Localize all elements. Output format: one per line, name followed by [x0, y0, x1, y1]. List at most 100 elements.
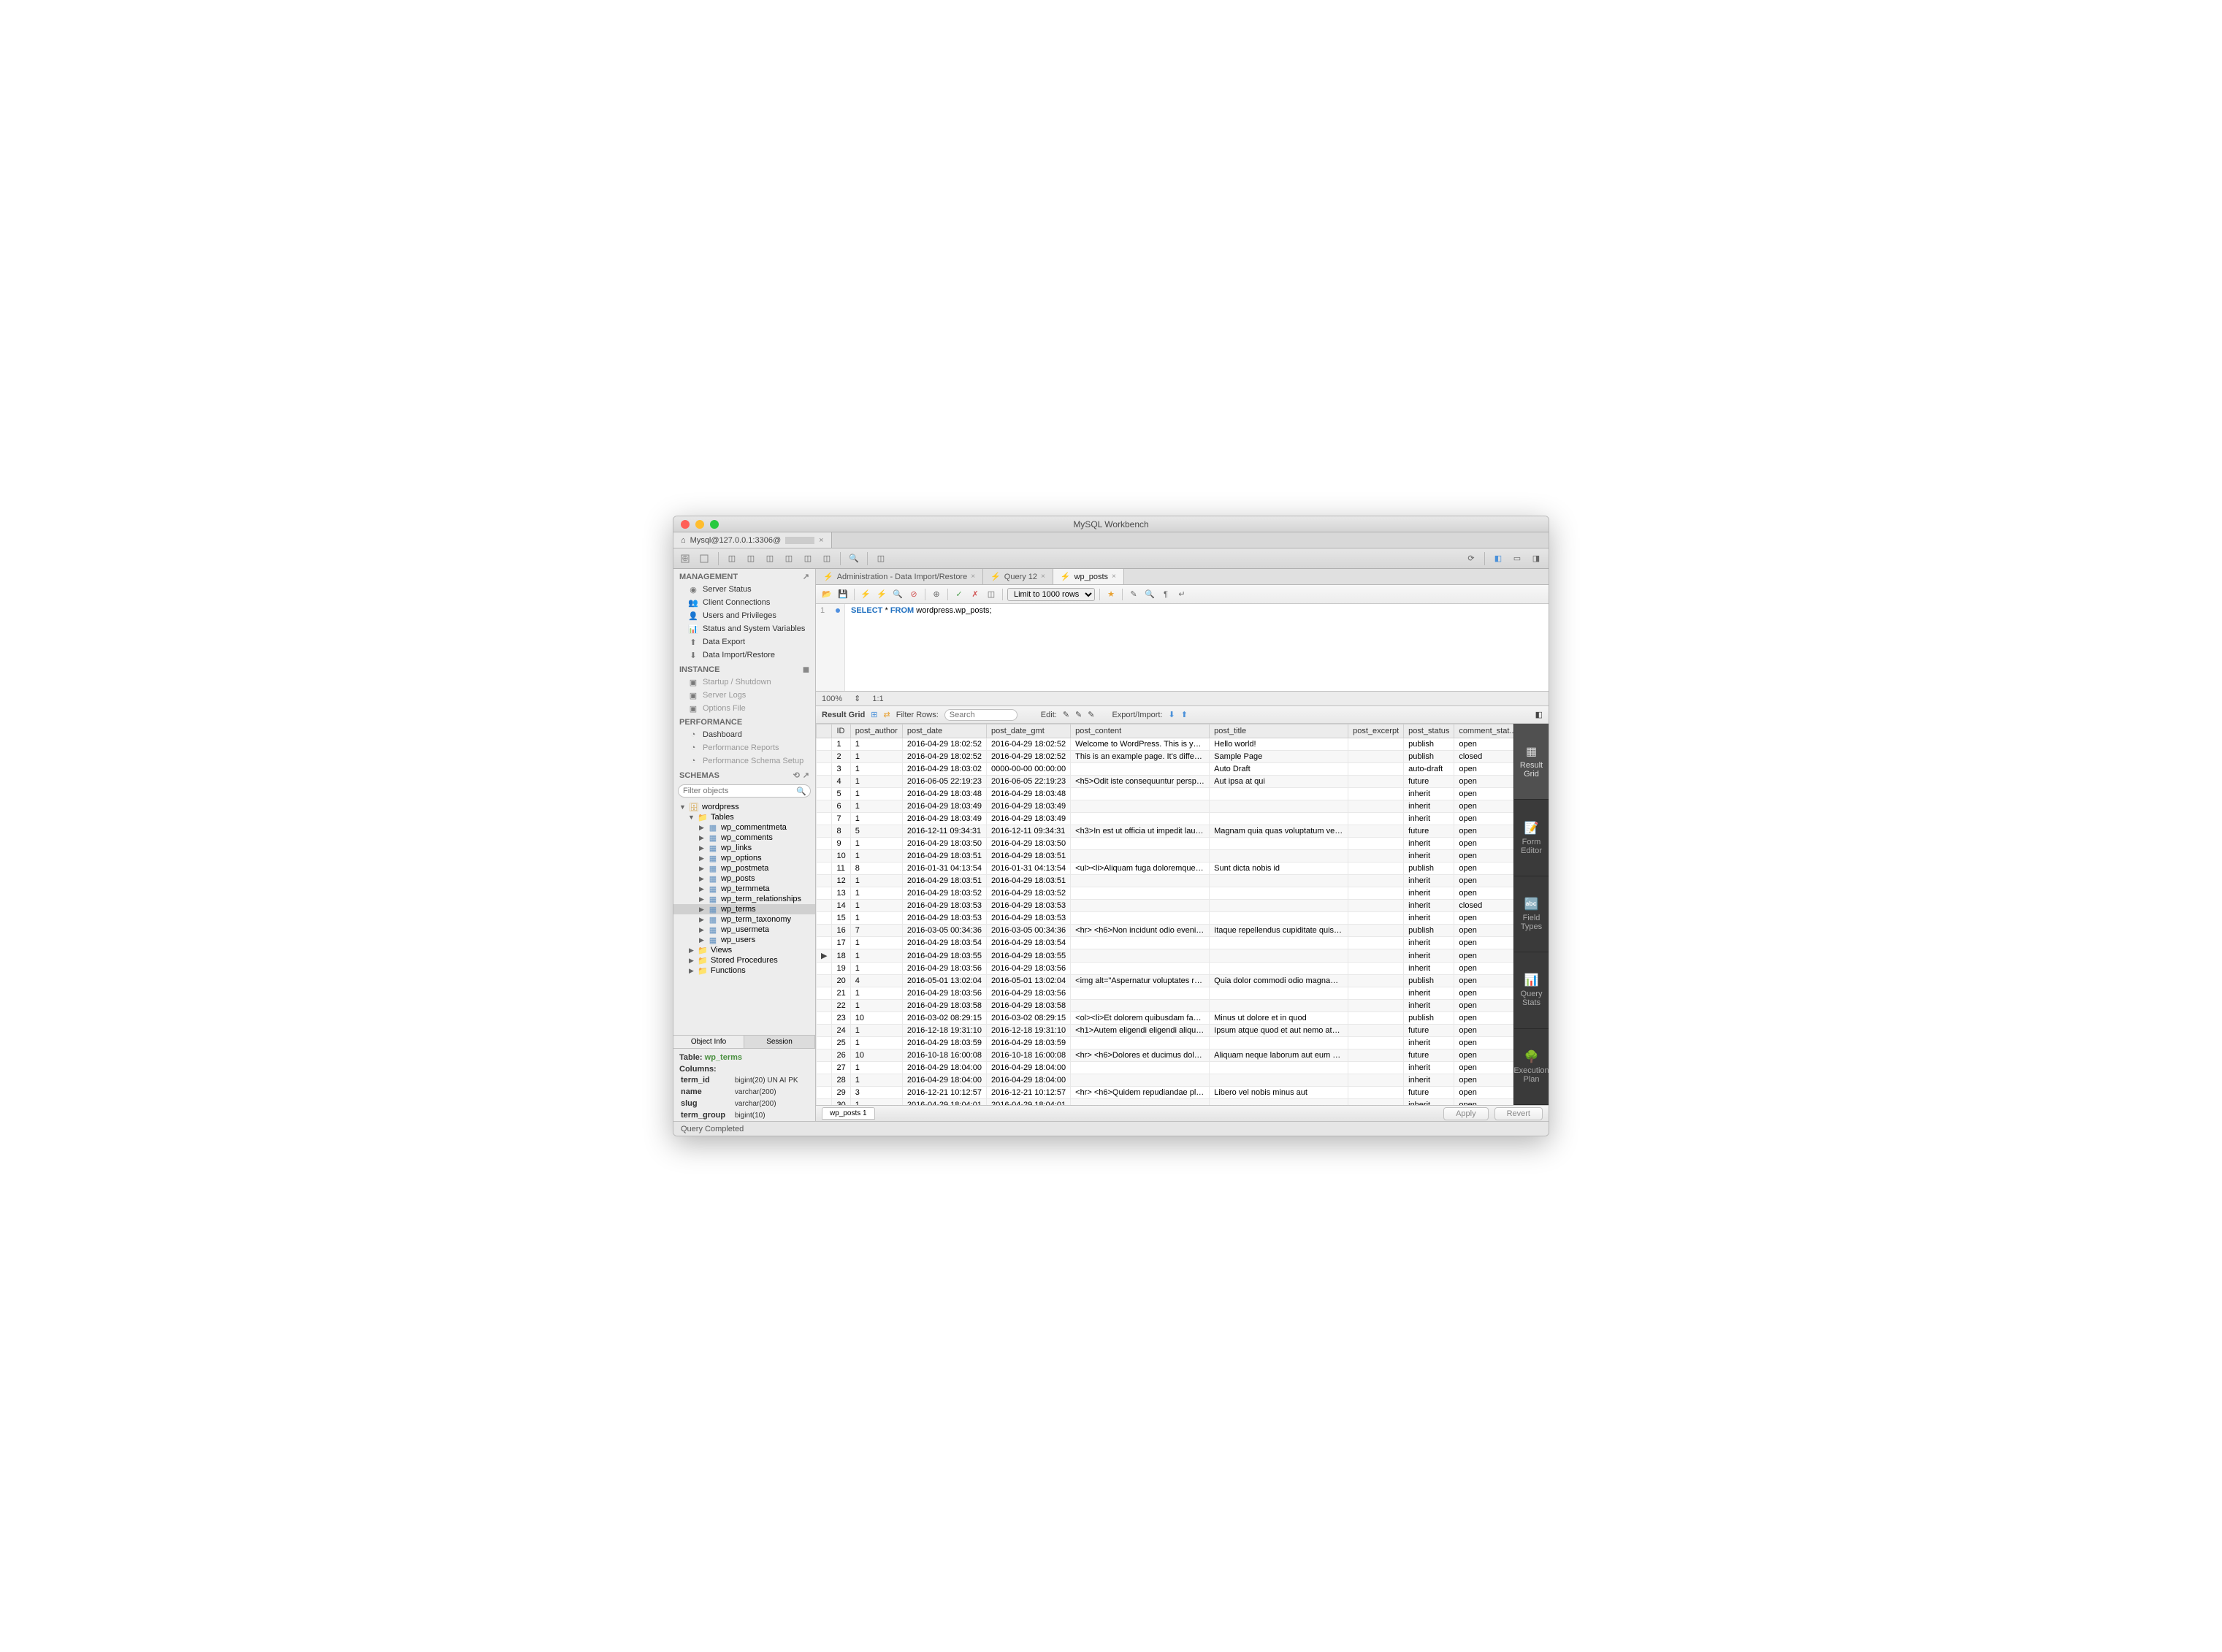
table-row[interactable]: 312016-04-29 18:03:020000-00-00 00:00:00…: [817, 763, 1514, 776]
cell[interactable]: open: [1454, 825, 1513, 838]
cell[interactable]: Welcome to WordPress. This is your first…: [1071, 738, 1210, 751]
cell[interactable]: 5: [850, 825, 902, 838]
cell[interactable]: 2016-03-02 08:29:15: [986, 1012, 1070, 1025]
revert-button[interactable]: Revert: [1494, 1107, 1543, 1120]
cell[interactable]: [1348, 1037, 1404, 1049]
cell[interactable]: Hello world!: [1210, 738, 1348, 751]
grid-view-icon[interactable]: ⊞: [871, 710, 877, 719]
cell[interactable]: 22: [832, 1000, 850, 1012]
cell[interactable]: open: [1454, 1099, 1513, 1106]
column-header[interactable]: post_date_gmt: [986, 724, 1070, 738]
cell[interactable]: 2016-04-29 18:03:49: [986, 800, 1070, 813]
cell[interactable]: 2016-12-18 19:31:10: [986, 1025, 1070, 1037]
table-row[interactable]: 2212016-04-29 18:03:582016-04-29 18:03:5…: [817, 1000, 1514, 1012]
cell[interactable]: publish: [1404, 738, 1454, 751]
cell[interactable]: 2016-04-29 18:03:53: [902, 912, 986, 925]
tool-icon-7[interactable]: ◫: [873, 551, 889, 566]
column-header[interactable]: post_content: [1071, 724, 1210, 738]
cell[interactable]: 10: [850, 1049, 902, 1062]
cell[interactable]: inherit: [1404, 875, 1454, 887]
cell[interactable]: 16: [832, 925, 850, 937]
cell[interactable]: publish: [1404, 751, 1454, 763]
cell[interactable]: Aliquam neque laborum aut eum dolo...: [1210, 1049, 1348, 1062]
cell[interactable]: <hr> <h6>Dolores et ducimus dolorem duci…: [1071, 1049, 1210, 1062]
search-icon[interactable]: 🔍: [846, 551, 862, 566]
cell[interactable]: future: [1404, 1087, 1454, 1099]
cell[interactable]: [1210, 937, 1348, 949]
cell[interactable]: <img alt="Aspernatur voluptates reiciend…: [1071, 975, 1210, 987]
expand-schemas-icon[interactable]: ↗: [803, 770, 809, 780]
table-row[interactable]: 2812016-04-29 18:04:002016-04-29 18:04:0…: [817, 1074, 1514, 1087]
tool-icon-5[interactable]: ◫: [800, 551, 816, 566]
cell[interactable]: open: [1454, 1000, 1513, 1012]
cell[interactable]: 1: [850, 838, 902, 850]
table-row[interactable]: 852016-12-11 09:34:312016-12-11 09:34:31…: [817, 825, 1514, 838]
cell[interactable]: Ipsum atque quod et aut nemo atque: [1210, 1025, 1348, 1037]
cell[interactable]: [1210, 875, 1348, 887]
cell[interactable]: [1071, 912, 1210, 925]
save-icon[interactable]: 💾: [836, 588, 850, 601]
cell[interactable]: 6: [832, 800, 850, 813]
cell[interactable]: publish: [1404, 863, 1454, 875]
cell[interactable]: inherit: [1404, 912, 1454, 925]
cell[interactable]: [1348, 751, 1404, 763]
cell[interactable]: [1071, 1037, 1210, 1049]
cell[interactable]: 2016-04-29 18:03:53: [986, 900, 1070, 912]
refresh-icon[interactable]: ⟳: [1463, 551, 1479, 566]
cell[interactable]: [1348, 838, 1404, 850]
cell[interactable]: closed: [1454, 751, 1513, 763]
cell[interactable]: 1: [850, 887, 902, 900]
schema-filter-input[interactable]: [683, 787, 797, 795]
export-icon[interactable]: ⬇: [1169, 710, 1175, 719]
cell[interactable]: Auto Draft: [1210, 763, 1348, 776]
cell[interactable]: future: [1404, 776, 1454, 788]
cell[interactable]: [1348, 963, 1404, 975]
cell[interactable]: open: [1454, 887, 1513, 900]
column-header[interactable]: post_title: [1210, 724, 1348, 738]
tool-icon-6[interactable]: ◫: [819, 551, 835, 566]
cell[interactable]: 26: [832, 1049, 850, 1062]
cell[interactable]: 2016-04-29 18:03:51: [902, 850, 986, 863]
cell[interactable]: [1348, 937, 1404, 949]
cell[interactable]: <ol><li>Et dolorem quibusdam facere nihi…: [1071, 1012, 1210, 1025]
cell[interactable]: [1348, 1087, 1404, 1099]
cell[interactable]: 1: [850, 963, 902, 975]
panel-bottom-icon[interactable]: ▭: [1509, 551, 1525, 566]
table-row[interactable]: 1672016-03-05 00:34:362016-03-05 00:34:3…: [817, 925, 1514, 937]
object-info-tab[interactable]: Object Info: [673, 1036, 744, 1048]
management-item[interactable]: ◉Server Status: [673, 583, 815, 596]
cell[interactable]: 7: [832, 813, 850, 825]
cell[interactable]: open: [1454, 863, 1513, 875]
column-header[interactable]: post_excerpt: [1348, 724, 1404, 738]
cell[interactable]: open: [1454, 813, 1513, 825]
table-row[interactable]: 1912016-04-29 18:03:562016-04-29 18:03:5…: [817, 963, 1514, 975]
table-row[interactable]: 112016-04-29 18:02:522016-04-29 18:02:52…: [817, 738, 1514, 751]
cell[interactable]: open: [1454, 1025, 1513, 1037]
cell[interactable]: publish: [1404, 1012, 1454, 1025]
cell[interactable]: [1348, 813, 1404, 825]
cell[interactable]: inherit: [1404, 850, 1454, 863]
cell[interactable]: 4: [832, 776, 850, 788]
cell[interactable]: inherit: [1404, 838, 1454, 850]
cell[interactable]: [1348, 1049, 1404, 1062]
tool-icon-2[interactable]: ◫: [743, 551, 759, 566]
cell[interactable]: [1210, 788, 1348, 800]
cell[interactable]: inherit: [1404, 813, 1454, 825]
cell[interactable]: 18: [832, 949, 850, 963]
sp-folder[interactable]: ▶📁 Stored Procedures: [673, 955, 815, 965]
cell[interactable]: 12: [832, 875, 850, 887]
table-row[interactable]: 712016-04-29 18:03:492016-04-29 18:03:49…: [817, 813, 1514, 825]
cell[interactable]: open: [1454, 975, 1513, 987]
cell[interactable]: open: [1454, 949, 1513, 963]
cell[interactable]: [1071, 813, 1210, 825]
cell[interactable]: [1348, 975, 1404, 987]
cell[interactable]: open: [1454, 1037, 1513, 1049]
result-tab[interactable]: wp_posts 1: [822, 1107, 875, 1120]
cell[interactable]: 23: [832, 1012, 850, 1025]
filter-input[interactable]: [944, 709, 1018, 721]
side-tool[interactable]: ▦Result Grid: [1514, 724, 1549, 800]
cell[interactable]: 2016-01-31 04:13:54: [986, 863, 1070, 875]
panel-left-icon[interactable]: ◧: [1490, 551, 1506, 566]
cell[interactable]: [1210, 1000, 1348, 1012]
cell[interactable]: [1348, 763, 1404, 776]
